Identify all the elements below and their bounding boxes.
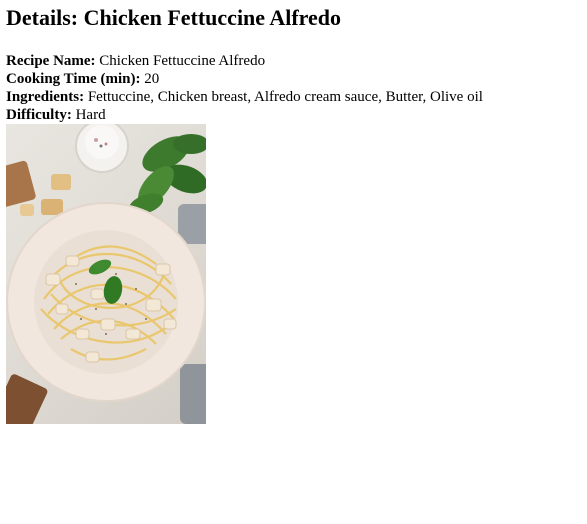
- detail-cooking-time: Cooking Time (min): 20: [6, 70, 581, 88]
- bread-piece: [51, 174, 71, 190]
- bread-piece: [20, 204, 34, 216]
- linen-cloth: [180, 364, 206, 424]
- detail-label: Cooking Time (min):: [6, 71, 145, 87]
- wooden-board: [6, 160, 36, 208]
- page-title: Details: Chicken Fettuccine Alfredo: [6, 5, 342, 30]
- recipe-details-page: Details: Chicken Fettuccine Alfredo Reci…: [0, 6, 587, 424]
- bread-piece: [41, 199, 63, 215]
- detail-label: Difficulty:: [6, 107, 76, 123]
- detail-value: Hard: [75, 107, 106, 123]
- detail-label: Recipe Name:: [6, 53, 100, 69]
- wooden-board: [6, 374, 48, 424]
- detail-difficulty: Difficulty: Hard: [6, 106, 581, 124]
- detail-ingredients: Ingredients: Fettuccine, Chicken breast,…: [6, 88, 581, 106]
- detail-value: 20: [144, 71, 160, 87]
- recipe-photo-illustration: [6, 124, 206, 424]
- detail-value: Fettuccine, Chicken breast, Alfredo crea…: [87, 89, 483, 105]
- recipe-photo: [6, 124, 206, 424]
- detail-recipe-name: Recipe Name: Chicken Fettuccine Alfredo: [6, 52, 581, 70]
- detail-value: Chicken Fettuccine Alfredo: [99, 53, 266, 69]
- salt-bowl-inner: [85, 125, 119, 159]
- detail-label: Ingredients:: [6, 89, 88, 105]
